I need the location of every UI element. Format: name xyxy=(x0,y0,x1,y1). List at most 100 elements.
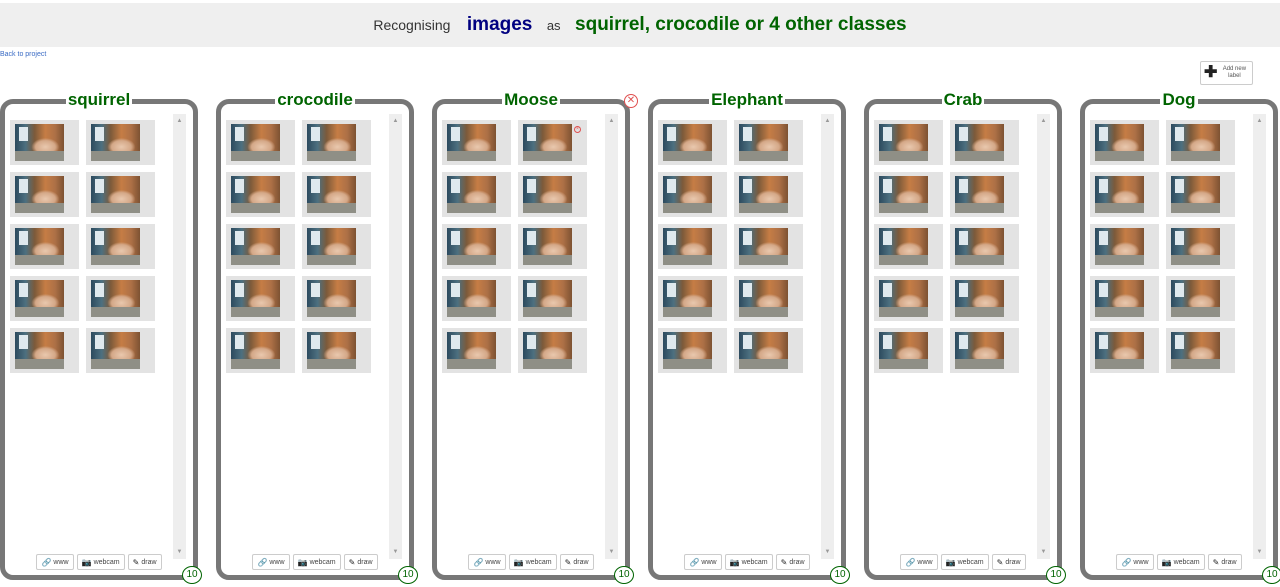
training-image-thumbnail[interactable] xyxy=(734,120,803,165)
training-image-thumbnail[interactable] xyxy=(1166,172,1235,217)
webcam-button[interactable]: 📷 webcam xyxy=(724,554,773,570)
scrollbar[interactable]: ▲ ▼ xyxy=(389,114,402,559)
webcam-button[interactable]: 📷 webcam xyxy=(76,554,125,570)
training-image-thumbnail[interactable] xyxy=(10,224,79,269)
training-image-thumbnail[interactable] xyxy=(658,276,727,321)
webcam-button[interactable]: 📷 webcam xyxy=(292,554,341,570)
draw-button[interactable]: ✎ draw xyxy=(1207,554,1242,570)
training-image-thumbnail[interactable] xyxy=(442,224,511,269)
training-image-thumbnail[interactable] xyxy=(734,172,803,217)
www-button[interactable]: 🔗 www xyxy=(252,554,290,570)
training-image-thumbnail[interactable] xyxy=(734,224,803,269)
training-image-thumbnail[interactable] xyxy=(518,172,587,217)
training-image-thumbnail[interactable] xyxy=(874,328,943,373)
training-image-thumbnail[interactable] xyxy=(950,224,1019,269)
training-image-thumbnail[interactable] xyxy=(734,328,803,373)
training-image-thumbnail[interactable] xyxy=(518,276,587,321)
training-image-thumbnail[interactable] xyxy=(226,276,295,321)
draw-button[interactable]: ✎ draw xyxy=(343,554,378,570)
training-image-thumbnail[interactable] xyxy=(10,328,79,373)
hand-photo xyxy=(91,280,140,317)
training-image-thumbnail[interactable] xyxy=(10,120,79,165)
training-image-thumbnail[interactable] xyxy=(518,224,587,269)
www-button[interactable]: 🔗 www xyxy=(36,554,74,570)
training-image-thumbnail[interactable] xyxy=(226,120,295,165)
training-image-thumbnail[interactable] xyxy=(10,276,79,321)
training-image-thumbnail[interactable] xyxy=(302,276,371,321)
training-image-thumbnail[interactable] xyxy=(658,120,727,165)
delete-image-icon[interactable]: × xyxy=(574,126,581,133)
training-image-thumbnail[interactable] xyxy=(86,120,155,165)
training-image-thumbnail[interactable] xyxy=(658,172,727,217)
training-image-thumbnail[interactable] xyxy=(658,328,727,373)
training-image-thumbnail[interactable] xyxy=(734,276,803,321)
scroll-up-arrow-icon[interactable]: ▲ xyxy=(605,117,618,125)
training-image-thumbnail[interactable] xyxy=(950,328,1019,373)
training-image-thumbnail[interactable] xyxy=(1166,224,1235,269)
webcam-button[interactable]: 📷 webcam xyxy=(508,554,557,570)
scroll-up-arrow-icon[interactable]: ▲ xyxy=(1037,117,1050,125)
training-image-thumbnail[interactable] xyxy=(86,328,155,373)
training-image-thumbnail[interactable] xyxy=(1090,276,1159,321)
training-image-thumbnail[interactable] xyxy=(302,224,371,269)
www-button[interactable]: 🔗 www xyxy=(900,554,938,570)
training-image-thumbnail[interactable] xyxy=(1090,172,1159,217)
training-image-thumbnail[interactable] xyxy=(950,120,1019,165)
training-image-thumbnail[interactable] xyxy=(442,276,511,321)
draw-button[interactable]: ✎ draw xyxy=(775,554,810,570)
training-image-thumbnail[interactable] xyxy=(226,328,295,373)
training-image-thumbnail[interactable]: × xyxy=(518,120,587,165)
scrollbar[interactable]: ▲ ▼ xyxy=(821,114,834,559)
draw-button[interactable]: ✎ draw xyxy=(559,554,594,570)
scrollbar[interactable]: ▲ ▼ xyxy=(605,114,618,559)
www-button[interactable]: 🔗 www xyxy=(1116,554,1154,570)
training-image-thumbnail[interactable] xyxy=(302,172,371,217)
training-image-thumbnail[interactable] xyxy=(10,172,79,217)
scrollbar[interactable]: ▲ ▼ xyxy=(1253,114,1266,559)
training-image-thumbnail[interactable] xyxy=(1166,276,1235,321)
add-new-label-button[interactable]: ✚ Add new label xyxy=(1200,61,1253,85)
delete-label-icon[interactable]: ✕ xyxy=(624,94,638,108)
training-image-thumbnail[interactable] xyxy=(1090,224,1159,269)
training-image-thumbnail[interactable] xyxy=(86,276,155,321)
training-image-thumbnail[interactable] xyxy=(86,224,155,269)
training-image-thumbnail[interactable] xyxy=(658,224,727,269)
draw-button[interactable]: ✎ draw xyxy=(127,554,162,570)
training-image-thumbnail[interactable] xyxy=(1090,120,1159,165)
training-image-thumbnail[interactable] xyxy=(1166,328,1235,373)
scroll-up-arrow-icon[interactable]: ▲ xyxy=(1253,117,1266,125)
draw-button[interactable]: ✎ draw xyxy=(991,554,1026,570)
training-image-thumbnail[interactable] xyxy=(226,224,295,269)
label-name: Crab xyxy=(941,90,985,109)
www-button[interactable]: 🔗 www xyxy=(684,554,722,570)
training-images xyxy=(226,120,386,373)
scrollbar[interactable]: ▲ ▼ xyxy=(173,114,186,559)
training-image-thumbnail[interactable] xyxy=(874,224,943,269)
training-image-thumbnail[interactable] xyxy=(226,172,295,217)
training-image-thumbnail[interactable] xyxy=(302,328,371,373)
scrollbar[interactable]: ▲ ▼ xyxy=(1037,114,1050,559)
training-image-thumbnail[interactable] xyxy=(950,172,1019,217)
scroll-up-arrow-icon[interactable]: ▲ xyxy=(173,117,186,125)
training-image-thumbnail[interactable] xyxy=(874,276,943,321)
training-image-thumbnail[interactable] xyxy=(1090,328,1159,373)
training-image-thumbnail[interactable] xyxy=(442,328,511,373)
training-image-thumbnail[interactable] xyxy=(86,172,155,217)
training-image-thumbnail[interactable] xyxy=(950,276,1019,321)
scroll-up-arrow-icon[interactable]: ▲ xyxy=(389,117,402,125)
webcam-button[interactable]: 📷 webcam xyxy=(1156,554,1205,570)
training-image-thumbnail[interactable] xyxy=(442,120,511,165)
webcam-button-label: webcam xyxy=(309,558,336,566)
training-image-thumbnail[interactable] xyxy=(874,172,943,217)
training-image-thumbnail[interactable] xyxy=(518,328,587,373)
scroll-up-arrow-icon[interactable]: ▲ xyxy=(821,117,834,125)
training-image-thumbnail[interactable] xyxy=(874,120,943,165)
webcam-button[interactable]: 📷 webcam xyxy=(940,554,989,570)
back-to-project-link[interactable]: Back to project xyxy=(0,51,46,58)
hand-photo xyxy=(91,176,140,213)
www-button[interactable]: 🔗 www xyxy=(468,554,506,570)
training-image-thumbnail[interactable] xyxy=(1166,120,1235,165)
training-image-thumbnail[interactable] xyxy=(302,120,371,165)
add-new-label-text: Add new label xyxy=(1222,66,1247,79)
training-image-thumbnail[interactable] xyxy=(442,172,511,217)
